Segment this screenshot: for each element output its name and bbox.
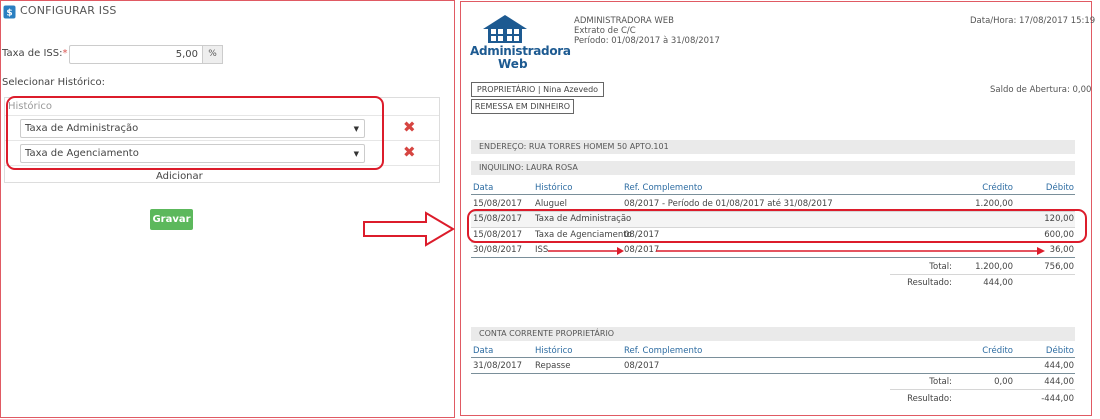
add-history-button[interactable]: Adicionar <box>156 171 203 182</box>
result-value: 444,00 <box>983 278 1013 288</box>
tenant-bar: INQUILINO: LAURA ROSA <box>471 161 1075 175</box>
col-header-history: Histórico <box>535 346 573 356</box>
logo-text: Web <box>498 57 528 71</box>
row-history: ISS <box>535 245 549 255</box>
settings-app-icon: $ <box>3 5 16 19</box>
house-logo-icon <box>483 15 527 43</box>
row-debit: 444,00 <box>1044 361 1074 371</box>
required-marker: * <box>62 48 68 59</box>
remove-x-icon[interactable]: ✖ <box>403 120 416 135</box>
result-value: -444,00 <box>1041 394 1074 404</box>
row-history: Aluguel <box>535 199 567 209</box>
logo-text: Administradora <box>470 44 571 58</box>
col-header-credit: Crédito <box>982 183 1013 193</box>
row-date: 31/08/2017 <box>473 361 522 371</box>
divider <box>471 373 1075 374</box>
divider <box>471 194 1075 195</box>
address-bar: ENDEREÇO: RUA TORRES HOMEM 50 APTO.101 <box>471 140 1075 154</box>
row-ref: 08/2017 <box>624 245 660 255</box>
row-ref: 08/2017 <box>624 361 660 371</box>
remessa-box: REMESSA EM DINHEIRO <box>471 99 574 114</box>
result-label: Resultado: <box>907 278 952 288</box>
total-credit: 1.200,00 <box>975 262 1013 272</box>
iss-rate-label: Taxa de ISS:* <box>2 48 68 59</box>
page-title: CONFIGURAR ISS <box>20 4 117 17</box>
report-subtitle: Extrato de C/C <box>574 26 636 36</box>
row-date: 30/08/2017 <box>473 245 522 255</box>
result-label: Resultado: <box>907 394 952 404</box>
total-credit: 0,00 <box>994 377 1013 387</box>
col-header-history: Histórico <box>535 183 573 193</box>
total-label: Total: <box>929 377 952 387</box>
divider <box>471 357 1075 358</box>
col-header-debit: Débito <box>1045 346 1074 356</box>
row-ref: 08/2017 - Período de 01/08/2017 até 31/0… <box>624 199 833 209</box>
report-datetime: Data/Hora: 17/08/2017 15:19 <box>970 16 1096 26</box>
right-arrow-icon <box>656 247 1045 255</box>
total-label: Total: <box>929 262 952 272</box>
divider <box>890 274 1075 275</box>
remove-x-icon[interactable]: ✖ <box>403 145 416 160</box>
svg-text:$: $ <box>6 9 12 19</box>
row-history: Repasse <box>535 361 571 371</box>
total-debit: 444,00 <box>1044 377 1074 387</box>
owner-account-bar: CONTA CORRENTE PROPRIETÁRIO <box>471 327 1075 341</box>
row-date: 15/08/2017 <box>473 199 522 209</box>
divider <box>890 389 1075 390</box>
company-name: ADMINISTRADORA WEB <box>574 16 674 26</box>
col-header-ref: Ref. Complemento <box>624 183 703 193</box>
highlight-outline <box>467 209 1087 243</box>
report-period: Período: 01/08/2017 à 31/08/2017 <box>574 36 720 46</box>
right-arrow-icon <box>548 247 624 255</box>
history-section-label: Selecionar Histórico: <box>2 77 106 88</box>
save-button[interactable]: Gravar <box>150 209 193 230</box>
owner-box: PROPRIETÁRIO | Nina Azevedo <box>471 82 604 97</box>
iss-rate-label-text: Taxa de ISS: <box>2 48 63 59</box>
highlight-outline <box>6 96 384 170</box>
divider <box>471 257 1075 258</box>
col-header-date: Data <box>473 346 494 356</box>
col-header-date: Data <box>473 183 494 193</box>
opening-balance: Saldo de Abertura: 0,00 <box>990 85 1092 95</box>
right-arrow-icon <box>363 211 455 247</box>
col-header-ref: Ref. Complemento <box>624 346 703 356</box>
col-header-credit: Crédito <box>982 346 1013 356</box>
total-debit: 756,00 <box>1044 262 1074 272</box>
col-header-debit: Débito <box>1045 183 1074 193</box>
row-credit: 1.200,00 <box>975 199 1013 209</box>
iss-rate-input[interactable]: 5,00 <box>69 45 203 64</box>
percent-addon: % <box>203 45 223 64</box>
